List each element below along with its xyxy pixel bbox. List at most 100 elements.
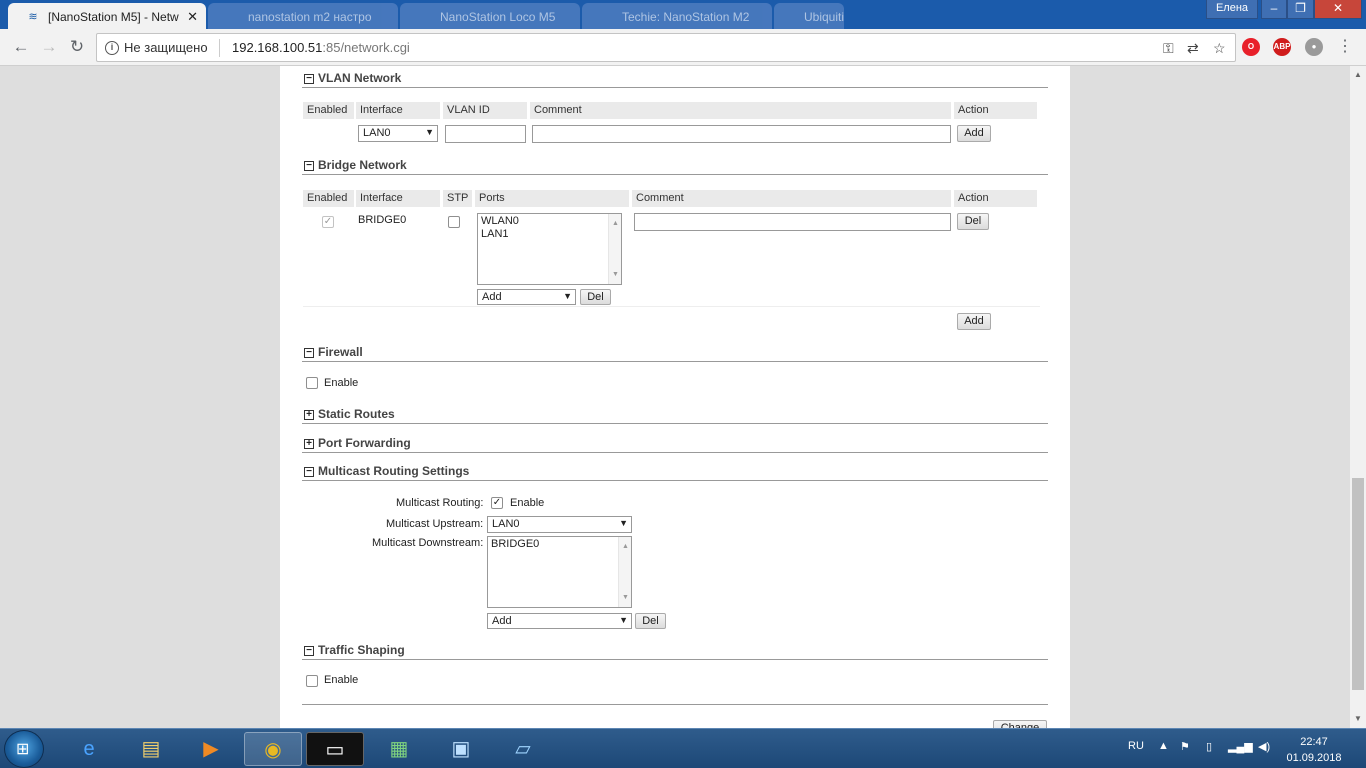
multicast-upstream-label: Multicast Upstream:: [386, 518, 484, 530]
col-interface: Interface: [356, 190, 443, 207]
traffic-shaping-section-header[interactable]: − Traffic Shaping: [302, 643, 1048, 660]
security-label[interactable]: Не защищено: [124, 40, 208, 55]
tab-close-icon[interactable]: ✕: [187, 9, 198, 25]
back-arrow-icon[interactable]: ←: [10, 36, 32, 58]
reload-icon[interactable]: ↻: [66, 36, 88, 58]
multicast-section-header[interactable]: − Multicast Routing Settings: [302, 464, 1048, 481]
section-title: Traffic Shaping: [318, 643, 405, 657]
translate-icon[interactable]: ⇄: [1187, 40, 1199, 57]
bridge-comment-input[interactable]: [634, 213, 951, 231]
scroll-thumb[interactable]: [1352, 478, 1364, 690]
browser-toolbar: ← → ↻ i Не защищено 192.168.100.51:85/ne…: [0, 29, 1366, 66]
multicast-downstream-del-button[interactable]: Del: [635, 613, 666, 629]
listbox-scrollbar[interactable]: ▲ ▼: [608, 214, 621, 284]
menu-icon[interactable]: ⋮: [1334, 36, 1356, 58]
tray-expand-icon[interactable]: ▲: [1158, 740, 1169, 752]
vlan-add-button[interactable]: Add: [957, 125, 991, 142]
battery-icon[interactable]: ▯: [1206, 740, 1212, 753]
change-button[interactable]: Change: [993, 720, 1047, 728]
network-monitor-icon[interactable]: ▦: [370, 732, 428, 766]
list-item[interactable]: LAN1: [481, 228, 618, 241]
static-routes-section-header[interactable]: + Static Routes: [302, 407, 1048, 424]
vlan-interface-select[interactable]: LAN0: [358, 125, 438, 142]
internet-explorer-icon[interactable]: e: [60, 732, 118, 766]
collapse-icon[interactable]: −: [304, 348, 314, 358]
col-comment: Comment: [530, 102, 954, 119]
bridge-del-button[interactable]: Del: [957, 213, 989, 230]
multicast-downstream-label: Multicast Downstream:: [372, 537, 484, 549]
expand-icon[interactable]: +: [304, 410, 314, 420]
remote-desktop-icon[interactable]: ▱: [494, 732, 552, 766]
url-text[interactable]: 192.168.100.51:85/network.cgi: [232, 40, 410, 55]
firewall-section-header[interactable]: − Firewall: [302, 345, 1048, 362]
list-item[interactable]: WLAN0: [481, 215, 618, 228]
tab-background-4[interactable]: Ubiquiti: [774, 3, 844, 30]
windows-logo-icon: ⊞: [16, 741, 30, 758]
list-item[interactable]: BRIDGE0: [491, 538, 628, 551]
address-bar[interactable]: i Не защищено 192.168.100.51:85/network.…: [96, 33, 1236, 62]
url-host: 192.168.100.51: [232, 40, 323, 55]
multicast-upstream-select[interactable]: LAN0: [487, 516, 632, 533]
tab-title: Ubiquiti: [804, 10, 844, 24]
bridge-section-header[interactable]: − Bridge Network: [302, 158, 1048, 175]
page-scrollbar[interactable]: ▲ ▼: [1350, 66, 1366, 728]
adblock-extension-icon[interactable]: ABP: [1273, 38, 1291, 56]
volume-icon[interactable]: ◀): [1258, 740, 1270, 753]
port-forwarding-section-header[interactable]: + Port Forwarding: [302, 436, 1048, 453]
multicast-downstream-add-select[interactable]: Add: [487, 613, 632, 629]
info-icon[interactable]: i: [105, 41, 119, 55]
traffic-enable-label: Enable: [324, 674, 359, 686]
collapse-icon[interactable]: −: [304, 467, 314, 477]
minimize-button[interactable]: –: [1261, 0, 1287, 19]
start-button[interactable]: ⊞: [4, 730, 44, 768]
signal-strength-icon[interactable]: ▂▄▆: [1228, 740, 1253, 753]
expand-icon[interactable]: +: [304, 439, 314, 449]
maximize-button[interactable]: ❐: [1287, 0, 1314, 19]
bridge-ports-listbox[interactable]: WLAN0 LAN1 ▲ ▼: [477, 213, 622, 285]
page-viewport: − VLAN Network Enabled Interface VLAN ID…: [0, 66, 1350, 728]
bridge-port-del-button[interactable]: Del: [580, 289, 611, 305]
scroll-up-icon[interactable]: ▲: [1354, 70, 1362, 79]
firewall-enable-checkbox[interactable]: [306, 377, 318, 389]
forward-arrow-icon[interactable]: →: [38, 36, 60, 58]
tab-background-1[interactable]: nanostation m2 настро: [208, 3, 398, 30]
opera-extension-icon[interactable]: O: [1242, 38, 1260, 56]
scroll-down-icon[interactable]: ▼: [1354, 714, 1362, 723]
control-panel-icon[interactable]: ▣: [432, 732, 490, 766]
command-prompt-icon[interactable]: ▭: [306, 732, 364, 766]
tab-background-3[interactable]: Techie: NanoStation M2: [582, 3, 772, 30]
vlan-comment-input[interactable]: [532, 125, 951, 143]
listbox-scrollbar[interactable]: ▲ ▼: [618, 537, 631, 607]
multicast-routing-checkbox[interactable]: ✓: [491, 497, 503, 509]
collapse-icon[interactable]: −: [304, 646, 314, 656]
close-button[interactable]: ✕: [1314, 0, 1362, 19]
vlan-section-header[interactable]: − VLAN Network: [302, 71, 1048, 88]
media-player-icon[interactable]: ▶: [182, 732, 240, 766]
traffic-enable-checkbox[interactable]: [306, 675, 318, 687]
system-clock[interactable]: 22:47 01.09.2018: [1284, 734, 1344, 766]
config-panel: − VLAN Network Enabled Interface VLAN ID…: [280, 66, 1070, 728]
profile-badge[interactable]: Елена: [1206, 0, 1258, 19]
col-action: Action: [954, 102, 1040, 119]
bridge-port-add-select[interactable]: Add: [477, 289, 576, 305]
chrome-icon[interactable]: ◉: [244, 732, 302, 766]
collapse-icon[interactable]: −: [304, 161, 314, 171]
tab-nanostation[interactable]: ≋ [NanoStation M5] - Netw ✕: [8, 3, 206, 30]
clock-date: 01.09.2018: [1286, 752, 1342, 764]
bridge-add-button[interactable]: Add: [957, 313, 991, 330]
col-action: Action: [954, 190, 1040, 207]
bridge-interface-name: BRIDGE0: [358, 214, 407, 226]
file-explorer-icon[interactable]: ▤: [122, 732, 180, 766]
extension-icon[interactable]: ●: [1305, 38, 1323, 56]
vlan-id-input[interactable]: [445, 125, 526, 143]
bridge-stp-checkbox[interactable]: [448, 216, 460, 228]
action-center-flag-icon[interactable]: ⚑: [1180, 740, 1190, 753]
bookmark-star-icon[interactable]: ☆: [1213, 40, 1226, 57]
key-icon[interactable]: ⚿: [1163, 40, 1174, 57]
col-ports: Ports: [475, 190, 632, 207]
tab-background-2[interactable]: NanoStation Loco M5: [400, 3, 580, 30]
language-indicator[interactable]: RU: [1128, 740, 1144, 752]
multicast-downstream-listbox[interactable]: BRIDGE0 ▲ ▼: [487, 536, 632, 608]
collapse-icon[interactable]: −: [304, 74, 314, 84]
clock-time: 22:47: [1300, 736, 1328, 748]
